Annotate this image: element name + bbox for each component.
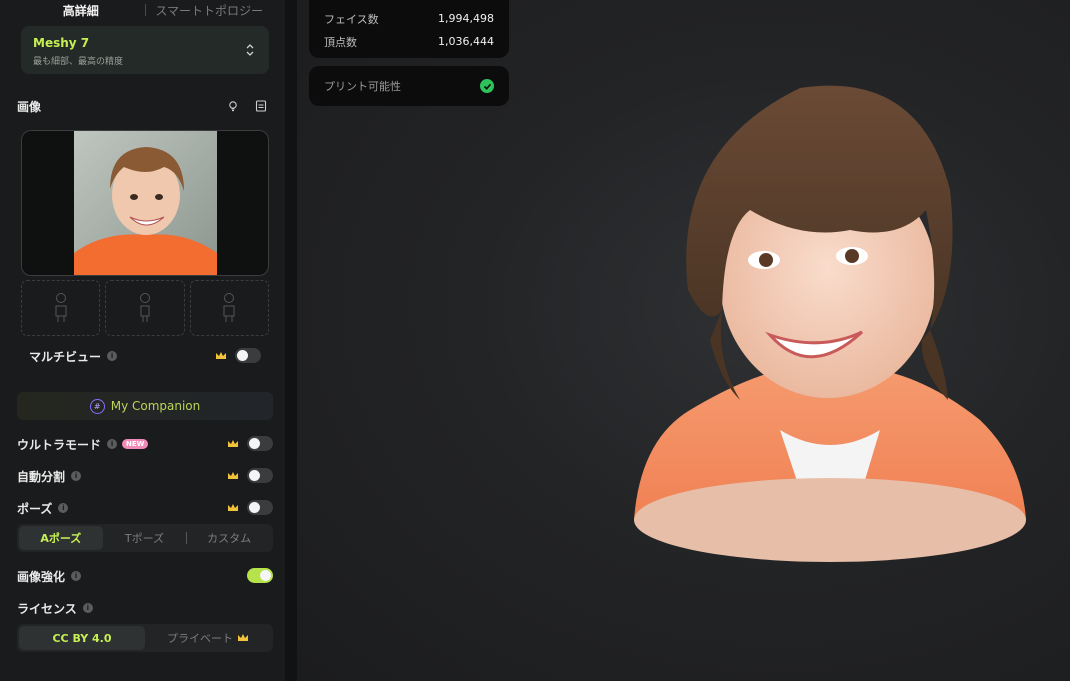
info-icon[interactable]: i [71, 571, 82, 581]
info-icon[interactable]: i [71, 471, 82, 481]
crown-icon [228, 440, 238, 447]
figure-front-icon [55, 293, 67, 322]
tab-high-detail[interactable]: 高詳細 [17, 2, 145, 19]
pose-row: ポーズ i [17, 498, 273, 518]
my-companion-button[interactable]: # My Companion [17, 392, 273, 420]
multiview-slot-back[interactable] [189, 280, 269, 336]
ultra-mode-toggle[interactable] [247, 436, 273, 451]
model-description: 最も細部、最高の精度 [33, 57, 124, 67]
3d-model-bust[interactable] [630, 80, 1030, 570]
pose-toggle[interactable] [247, 500, 273, 515]
input-photo [74, 131, 217, 275]
ultra-mode-label: ウルトラモード [17, 437, 102, 452]
model-select[interactable]: Meshy 7 最も細部、最高の精度 [21, 26, 269, 74]
figure-back-icon [223, 293, 235, 322]
license-cc-by[interactable]: CC BY 4.0 [19, 626, 145, 650]
pose-custom[interactable]: カスタム [187, 526, 271, 550]
mesh-stats-card: フェイス数 1,994,498 頂点数 1,036,444 [309, 0, 509, 58]
auto-split-toggle[interactable] [247, 468, 273, 483]
image-section-title: 画像 [17, 100, 42, 114]
license-segment: CC BY 4.0 プライベート [17, 624, 273, 652]
multiview-row: マルチビュー i [29, 346, 261, 366]
info-icon[interactable]: i [82, 603, 93, 613]
crown-icon [216, 352, 226, 359]
printability-label: プリント可能性 [324, 80, 401, 93]
faces-value: 1,994,498 [438, 12, 494, 25]
info-icon[interactable]: i [58, 503, 69, 513]
input-image-card[interactable] [21, 130, 269, 276]
check-icon [480, 79, 494, 93]
info-icon[interactable]: i [107, 351, 118, 361]
image-enhance-toggle[interactable] [247, 568, 273, 583]
faces-label: フェイス数 [324, 12, 379, 26]
quality-tabs: 高詳細 スマートトポロジー [17, 0, 273, 20]
multiview-toggle[interactable] [235, 348, 261, 363]
chevron-updown-icon [246, 44, 254, 56]
vertices-row: 頂点数 1,036,444 [324, 30, 494, 53]
crown-icon [228, 472, 238, 479]
new-badge: NEW [122, 439, 149, 449]
crown-icon [238, 634, 248, 641]
left-panel: 高詳細 スマートトポロジー Meshy 7 最も細部、最高の精度 画像 マルチビ… [0, 0, 285, 681]
license-row: ライセンス i [17, 598, 273, 618]
my-companion-label: My Companion [110, 399, 201, 413]
document-icon[interactable] [253, 98, 269, 114]
multiview-slots [21, 280, 269, 336]
panel-divider [285, 0, 297, 681]
hashtag-icon: # [89, 398, 105, 414]
license-private-label: プライベート [167, 632, 233, 645]
pose-a[interactable]: Aポーズ [19, 526, 103, 550]
pose-label: ポーズ [17, 501, 53, 516]
multiview-label: マルチビュー [29, 349, 102, 364]
image-enhance-label: 画像強化 [17, 569, 66, 584]
figure-side-icon [139, 293, 150, 322]
faces-row: フェイス数 1,994,498 [324, 7, 494, 30]
vertices-label: 頂点数 [324, 35, 357, 49]
pose-t[interactable]: Tポーズ [103, 526, 187, 550]
pose-mode-segment: Aポーズ Tポーズ カスタム [17, 524, 273, 552]
multiview-slot-front[interactable] [21, 280, 101, 336]
info-icon[interactable]: i [107, 439, 118, 449]
printability-card[interactable]: プリント可能性 [309, 66, 509, 106]
auto-split-label: 自動分割 [17, 469, 66, 484]
multiview-slot-side[interactable] [105, 280, 185, 336]
vertices-value: 1,036,444 [438, 35, 494, 48]
image-enhance-row: 画像強化 i [17, 566, 273, 586]
license-label: ライセンス [17, 601, 77, 616]
model-name: Meshy 7 [33, 36, 90, 50]
ultra-mode-row: ウルトラモード i NEW [17, 434, 273, 454]
tab-smart-topology[interactable]: スマートトポロジー [146, 2, 274, 19]
auto-split-row: 自動分割 i [17, 466, 273, 486]
license-private[interactable]: プライベート [145, 626, 271, 650]
crown-icon [228, 504, 238, 511]
lightbulb-icon[interactable] [225, 98, 241, 114]
